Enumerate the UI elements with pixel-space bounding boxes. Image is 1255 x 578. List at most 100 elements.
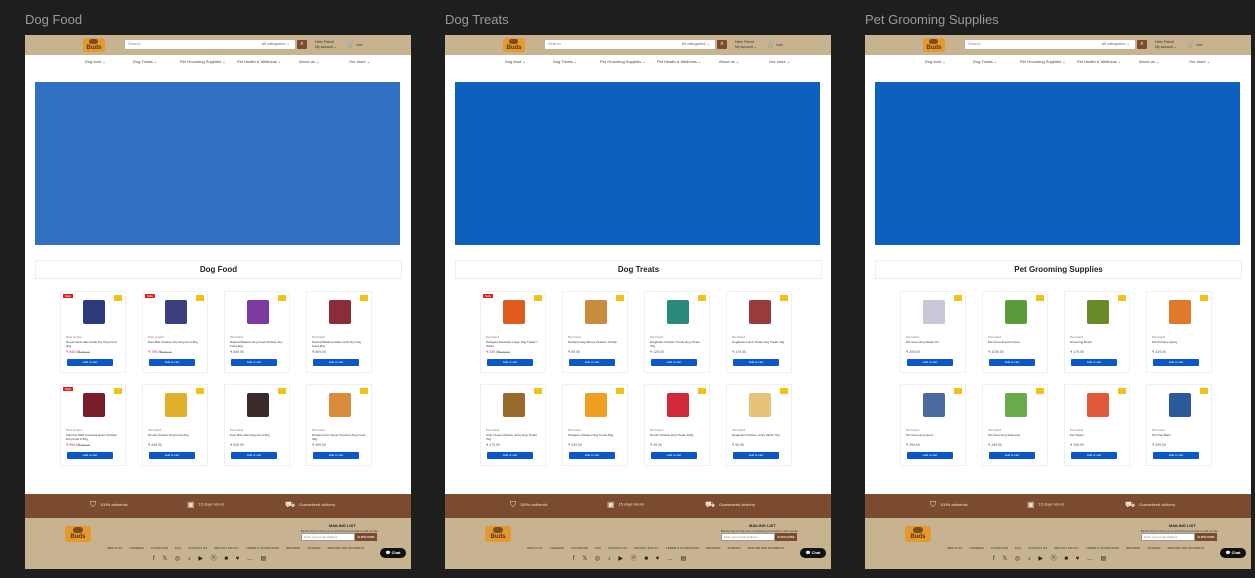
nav-item[interactable]: Our store ⌄	[349, 59, 370, 64]
product-card[interactable]: Pet brand Chip Chops Chicken Jerky Dog Tr…	[480, 384, 546, 466]
email-field[interactable]: Enter your email address	[1141, 533, 1195, 541]
footer-link[interactable]: SITEMAP	[1147, 546, 1160, 550]
product-card[interactable]: Pet brand Natural Balance Dog Food Chicke…	[224, 291, 290, 373]
chat-button[interactable]: 💬 Chat	[1220, 548, 1246, 558]
footer-logo[interactable]: Buds	[65, 526, 91, 542]
product-card[interactable]: Pet brand Dogaholic Chicken Jerky Sticks …	[726, 384, 792, 466]
product-image[interactable]	[749, 300, 771, 324]
product-card[interactable]: Pet brand Nutrapet Dog Bones Chicken 3 Pa…	[562, 291, 628, 373]
add-to-cart-button[interactable]: Add to cart	[1071, 359, 1117, 366]
account-menu[interactable]: Hello Friend My account ⌄	[735, 40, 757, 50]
add-to-cart-button[interactable]: Add to cart	[907, 452, 953, 459]
product-name[interactable]: Nutrapet Dog Bones Chicken 3 Pack	[568, 340, 623, 344]
footer-link[interactable]: CAREERS	[969, 546, 984, 550]
product-image[interactable]	[667, 393, 689, 417]
add-to-cart-button[interactable]: Add to cart	[989, 359, 1035, 366]
chat-button[interactable]: 💬 Chat	[800, 548, 826, 558]
product-image[interactable]	[165, 393, 187, 417]
product-image[interactable]	[585, 393, 607, 417]
footer-link[interactable]: LOCATIONS	[151, 546, 168, 550]
subscribe-button[interactable]: SUBSCRIBE	[775, 533, 797, 541]
product-name[interactable]: Pet Perfume Spray	[1152, 340, 1207, 344]
footer-link[interactable]: TERMS & CONDITIONS	[666, 546, 699, 550]
footer-link[interactable]: ABOUT US	[107, 546, 122, 550]
nav-item[interactable]: Pet Grooming Supplies ⌄	[1020, 59, 1066, 64]
product-card[interactable]: Pet brand Drools Focus Super Premium Dog …	[306, 384, 372, 466]
add-to-cart-button[interactable]: Add to cart	[989, 452, 1035, 459]
nav-item[interactable]: About us ⌄	[299, 59, 319, 64]
footer-link[interactable]: TERMS & CONDITIONS	[1086, 546, 1119, 550]
product-name[interactable]: Farmina N&D Ancestral Grain Chicken Dog …	[66, 433, 121, 441]
product-card[interactable]: Pet brand Pet Grooming Starter Kit ₹ 299.0…	[900, 291, 966, 373]
nav-item[interactable]: About us ⌄	[1139, 59, 1159, 64]
product-name[interactable]: Grooming Brush	[1070, 340, 1125, 344]
category-select[interactable]: All categories ⌄	[682, 41, 710, 46]
hero-banner[interactable]	[455, 82, 820, 245]
product-image[interactable]	[329, 393, 351, 417]
add-to-cart-button[interactable]: Add to cart	[569, 452, 615, 459]
footer-link[interactable]: PRIVACY POLICY	[634, 546, 659, 550]
product-image[interactable]	[83, 393, 105, 417]
product-image[interactable]	[83, 300, 105, 324]
footer-link[interactable]: REFUNDS	[1126, 546, 1141, 550]
add-to-cart-button[interactable]: Add to cart	[1153, 359, 1199, 366]
product-name[interactable]: Drools Chicken Dog Treats 100g	[650, 433, 705, 437]
product-name[interactable]: Natural Balance Adult Lamb Dry Dog Food …	[312, 340, 367, 348]
add-to-cart-button[interactable]: Add to cart	[149, 359, 195, 366]
add-to-cart-button[interactable]: Add to cart	[313, 452, 359, 459]
add-to-cart-button[interactable]: Add to cart	[313, 359, 359, 366]
site-logo[interactable]: Buds	[83, 38, 105, 52]
search-button[interactable]: ⌕	[1137, 40, 1147, 49]
nav-item[interactable]: Dog Treats ⌄	[133, 59, 157, 64]
product-image[interactable]	[667, 300, 689, 324]
product-name[interactable]: Pedigree Dentastix Large Dog Treats 7 St…	[486, 340, 541, 348]
nav-item[interactable]: About us ⌄	[719, 59, 739, 64]
cart-label[interactable]: Cart	[776, 43, 783, 47]
product-image[interactable]	[1087, 300, 1109, 324]
product-image[interactable]	[923, 300, 945, 324]
nav-item[interactable]: Our store ⌄	[769, 59, 790, 64]
footer-link[interactable]: TERMS & CONDITIONS	[246, 546, 279, 550]
product-image[interactable]	[165, 300, 187, 324]
nav-item[interactable]: Dog Treats ⌄	[973, 59, 997, 64]
footer-logo[interactable]: Buds	[485, 526, 511, 542]
footer-link[interactable]: LOCATIONS	[571, 546, 588, 550]
cart-label[interactable]: Cart	[356, 43, 363, 47]
email-field[interactable]: Enter your email address	[301, 533, 355, 541]
product-image[interactable]	[503, 393, 525, 417]
site-logo[interactable]: Buds	[503, 38, 525, 52]
footer-link[interactable]: REFUND AND PAYMENTS	[748, 546, 784, 550]
search-button[interactable]: ⌕	[717, 40, 727, 49]
footer-link[interactable]: ABOUT US	[527, 546, 542, 550]
add-to-cart-button[interactable]: Add to cart	[651, 452, 697, 459]
footer-link[interactable]: REFUNDS	[706, 546, 721, 550]
product-name[interactable]: Pure Bite Chicken Dry Dog Food 3Kg	[148, 340, 203, 344]
footer-link[interactable]: SITEMAP	[727, 546, 740, 550]
footer-link[interactable]: CONTACT US	[608, 546, 627, 550]
add-to-cart-button[interactable]: Add to cart	[733, 359, 779, 366]
footer-link[interactable]: REFUNDS	[286, 546, 301, 550]
product-card[interactable]: Sale Pets empire Pure Bite Chicken Dry Dog…	[142, 291, 208, 373]
add-to-cart-button[interactable]: Add to cart	[1071, 452, 1117, 459]
product-card[interactable]: Sale Pet brand Pedigree Dentastix Large Do…	[480, 291, 546, 373]
site-logo[interactable]: Buds	[923, 38, 945, 52]
footer-link[interactable]: CAREERS	[549, 546, 564, 550]
product-image[interactable]	[1087, 393, 1109, 417]
product-name[interactable]: Pet Wipes	[1070, 433, 1125, 437]
footer-link[interactable]: ABOUT US	[947, 546, 962, 550]
product-name[interactable]: Dogaholic Chicken Jerky Sticks 70g	[732, 433, 787, 437]
nav-item[interactable]: Pet Health & Wellness ⌄	[237, 59, 281, 64]
product-card[interactable]: Pet brand Pure Bite Oats Dog Food 3Kg ₹ 54…	[224, 384, 290, 466]
product-card[interactable]: Pet brand Grooming Brush ₹ 179.00 Add to ca…	[1064, 291, 1130, 373]
social-icons[interactable]: f 𝕏 ◎ ♪ ▶ ⓟ ■ ♥ … ▤	[993, 553, 1109, 562]
chat-button[interactable]: 💬 Chat	[380, 548, 406, 558]
footer-link[interactable]: REFUND AND PAYMENTS	[328, 546, 364, 550]
product-image[interactable]	[585, 300, 607, 324]
footer-link[interactable]: CAREERS	[129, 546, 144, 550]
product-name[interactable]: Pet Grooming Kit Green	[988, 340, 1043, 344]
hero-banner[interactable]	[35, 82, 400, 245]
footer-link[interactable]: REFUND AND PAYMENTS	[1168, 546, 1204, 550]
category-select[interactable]: All categories ⌄	[1102, 41, 1130, 46]
product-name[interactable]: Pet Grooming Starter Kit	[906, 340, 961, 344]
footer-link[interactable]: SITEMAP	[307, 546, 320, 550]
